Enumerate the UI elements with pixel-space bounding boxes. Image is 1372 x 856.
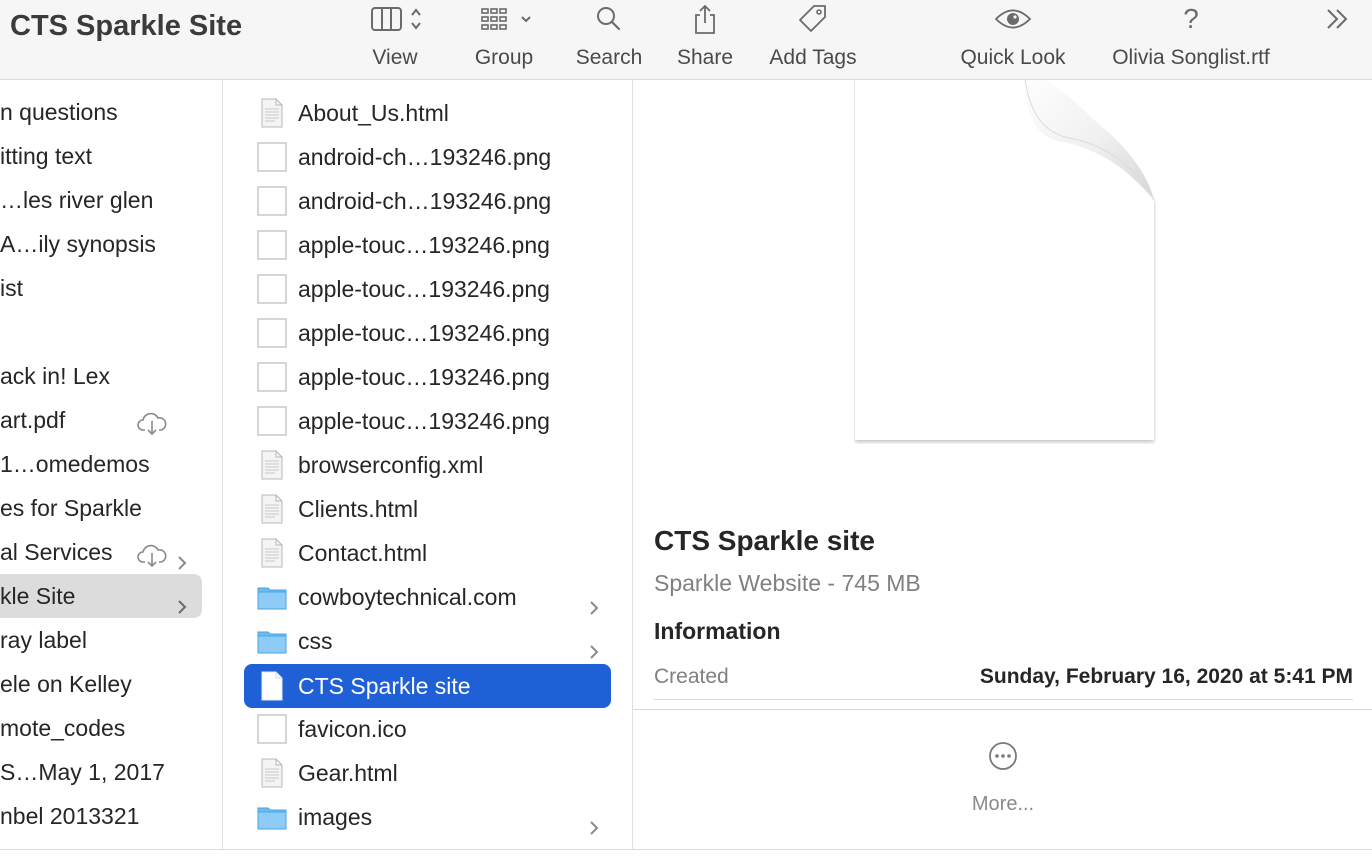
file-row[interactable]: Contact.html xyxy=(244,531,611,575)
file-row[interactable]: About_Us.html xyxy=(244,91,611,135)
list-item[interactable]: …les river glen xyxy=(0,178,202,222)
view-label: View xyxy=(372,46,418,69)
question-icon: ? xyxy=(1183,3,1199,34)
file-row[interactable]: apple-touc…193246.png xyxy=(244,311,611,355)
share-label: Share xyxy=(676,46,734,69)
document-icon xyxy=(257,494,287,524)
column-view-icon xyxy=(358,2,432,36)
toolbar: CTS Sparkle Site View Group Search Share… xyxy=(0,0,1372,80)
tag-icon xyxy=(762,2,864,36)
document-icon xyxy=(257,538,287,568)
image-file-icon xyxy=(257,186,287,216)
group-grid-icon xyxy=(466,2,542,36)
file-row[interactable]: android-ch…193246.png xyxy=(244,135,611,179)
preview-title: CTS Sparkle site xyxy=(654,525,875,556)
more-label[interactable]: More... xyxy=(933,793,1073,816)
ellipsis-circle-icon xyxy=(987,742,1019,776)
image-file-icon xyxy=(257,406,287,436)
list-item[interactable] xyxy=(0,310,202,354)
file-row[interactable]: Gear.html xyxy=(244,751,611,795)
image-file-icon xyxy=(257,274,287,304)
list-item[interactable]: A…ily synopsis xyxy=(0,222,202,266)
file-row-selected[interactable]: CTS Sparkle site xyxy=(244,664,611,708)
image-file-icon xyxy=(257,362,287,392)
file-row[interactable]: apple-touc…193246.png xyxy=(244,267,611,311)
view-button[interactable]: View xyxy=(358,0,432,80)
document-icon xyxy=(257,758,287,788)
list-item-selected[interactable]: kle Site xyxy=(0,574,202,618)
list-item[interactable]: es for Sparkle xyxy=(0,486,202,530)
add-tags-button[interactable]: Add Tags xyxy=(762,0,864,80)
file-row[interactable]: Clients.html xyxy=(244,487,611,531)
divider xyxy=(633,709,1372,710)
folder-icon xyxy=(257,802,287,832)
document-preview-icon xyxy=(854,69,1156,444)
document-icon xyxy=(257,450,287,480)
add-tags-label: Add Tags xyxy=(769,46,857,69)
document-icon xyxy=(257,98,287,128)
help-button[interactable]: ? Olivia Songlist.rtf xyxy=(1096,0,1286,80)
list-item[interactable]: 1…omedemos xyxy=(0,442,202,486)
created-label: Created xyxy=(654,665,729,688)
file-row[interactable]: apple-touc…193246.png xyxy=(244,399,611,443)
file-row[interactable]: browserconfig.xml xyxy=(244,443,611,487)
list-item[interactable]: nbel 2013321 xyxy=(0,794,202,838)
list-item[interactable]: ray label xyxy=(0,618,202,662)
divider xyxy=(654,699,1353,700)
quick-look-button[interactable]: Quick Look xyxy=(952,0,1074,80)
files-column: About_Us.html android-ch…193246.png andr… xyxy=(223,80,633,850)
search-button[interactable]: Search xyxy=(570,0,648,80)
folder-row[interactable]: images xyxy=(244,795,611,839)
search-icon xyxy=(570,2,648,36)
chevrons-right-icon[interactable] xyxy=(1318,2,1358,36)
list-item[interactable]: art.pdf xyxy=(0,398,202,442)
list-item[interactable]: mote_codes xyxy=(0,706,202,750)
help-label: Olivia Songlist.rtf xyxy=(1112,46,1270,69)
image-file-icon xyxy=(257,142,287,172)
list-item[interactable]: S…May 1, 2017 xyxy=(0,750,202,794)
group-label: Group xyxy=(474,46,534,69)
preview-pane: CTS Sparkle site Sparkle Website - 745 M… xyxy=(633,69,1372,850)
quick-look-label: Quick Look xyxy=(960,46,1066,69)
list-item[interactable]: ist xyxy=(0,266,202,310)
search-label: Search xyxy=(575,46,643,69)
window-title: CTS Sparkle Site xyxy=(10,10,243,42)
image-file-icon xyxy=(257,230,287,260)
file-row[interactable]: favicon.ico xyxy=(244,707,611,751)
list-item[interactable]: ele on Kelley xyxy=(0,662,202,706)
more-button[interactable] xyxy=(968,740,1038,777)
information-heading: Information xyxy=(654,618,781,644)
chevron-right-icon xyxy=(588,807,600,850)
list-item[interactable]: n questions xyxy=(0,90,202,134)
share-button[interactable]: Share xyxy=(672,0,738,80)
window-bottom-border xyxy=(0,849,1372,850)
group-button[interactable]: Group xyxy=(466,0,542,80)
created-value: Sunday, February 16, 2020 at 5:41 PM xyxy=(979,665,1353,688)
folder-row[interactable]: cowboytechnical.com xyxy=(244,575,611,619)
list-item[interactable]: ack in! Lex xyxy=(0,354,202,398)
share-icon xyxy=(672,2,738,36)
image-file-icon xyxy=(257,714,287,744)
folder-icon xyxy=(257,626,287,656)
image-file-icon xyxy=(257,318,287,348)
blank-document-icon xyxy=(257,671,287,701)
folder-icon xyxy=(257,582,287,612)
file-row[interactable]: apple-touc…193246.png xyxy=(244,355,611,399)
folder-row[interactable]: css xyxy=(244,619,611,663)
file-row[interactable]: apple-touc…193246.png xyxy=(244,223,611,267)
file-row[interactable]: android-ch…193246.png xyxy=(244,179,611,223)
preview-subtitle: Sparkle Website - 745 MB xyxy=(654,570,921,596)
list-item[interactable]: itting text xyxy=(0,134,202,178)
list-item[interactable]: al Services xyxy=(0,530,202,574)
eye-icon xyxy=(952,2,1074,36)
parent-column: n questions itting text …les river glen … xyxy=(0,80,223,850)
